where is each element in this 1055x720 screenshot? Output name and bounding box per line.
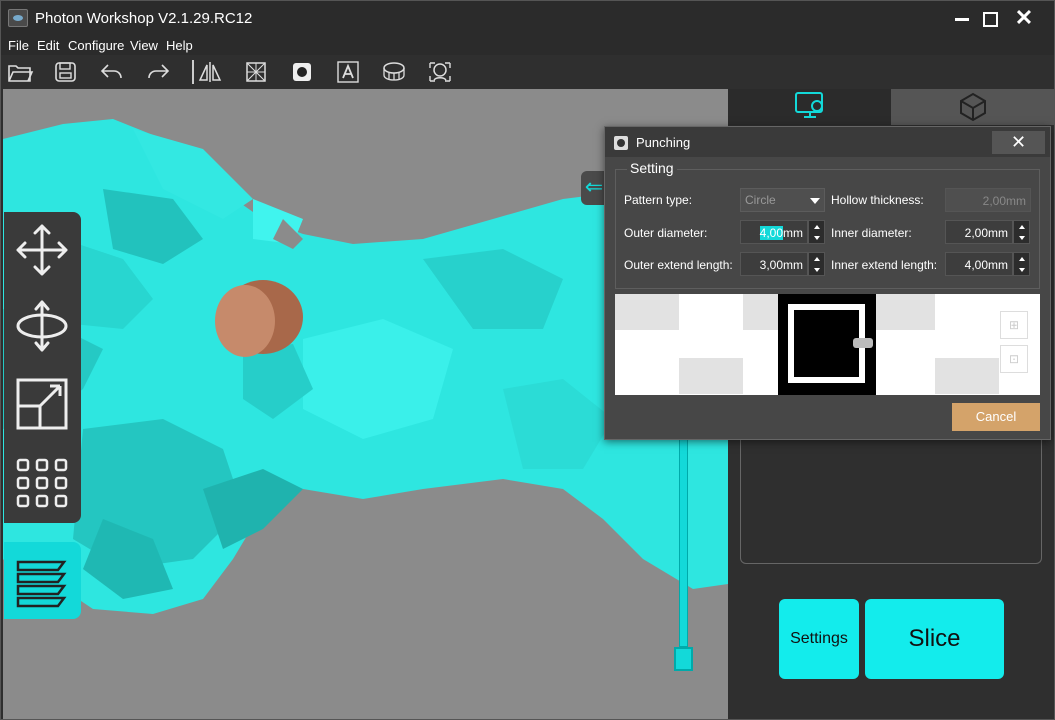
- maximize-button[interactable]: [974, 5, 1004, 31]
- inner-extend-label: Inner extend length:: [831, 258, 938, 272]
- stepper-up-icon[interactable]: [814, 257, 820, 261]
- toolbar-separator: [192, 60, 194, 84]
- open-folder-icon[interactable]: [6, 59, 34, 85]
- minimize-button[interactable]: [947, 5, 977, 31]
- inner-extend-stepper[interactable]: [1013, 252, 1030, 276]
- support-icon[interactable]: [380, 59, 408, 85]
- stepper-down-icon[interactable]: [814, 236, 820, 240]
- outer-diameter-field[interactable]: 4,00mm: [740, 220, 808, 244]
- hollow-thickness-field[interactable]: 2,00mm: [945, 188, 1031, 212]
- hollow-thickness-label: Hollow thickness:: [831, 193, 924, 207]
- punching-dialog: Punching ✕ Setting Pattern type: Circle …: [604, 126, 1051, 440]
- inner-extend-value: 4,00mm: [964, 258, 1008, 272]
- preview-punch-pin: [853, 338, 873, 348]
- inner-extend-field[interactable]: 4,00mm: [945, 252, 1013, 276]
- layer-slider-track[interactable]: [679, 439, 688, 647]
- hollow-icon[interactable]: [242, 59, 270, 85]
- stepper-down-icon[interactable]: [1019, 236, 1025, 240]
- layer-slider-handle[interactable]: [674, 647, 693, 671]
- cancel-button[interactable]: Cancel: [952, 403, 1040, 431]
- model-cube-icon: [960, 92, 986, 122]
- chevron-down-icon: [810, 198, 820, 204]
- frame-view-icon[interactable]: ⊡: [1000, 345, 1028, 373]
- window-title: Photon Workshop V2.1.29.RC12: [35, 10, 253, 27]
- preview-cell: [935, 358, 999, 394]
- outer-diameter-unit: mm: [783, 226, 803, 240]
- punching-icon: [614, 136, 628, 150]
- menu-help[interactable]: Help: [166, 38, 193, 53]
- outer-diameter-label: Outer diameter:: [624, 226, 708, 240]
- layers-icon[interactable]: [4, 542, 81, 619]
- title-bar: Photon Workshop V2.1.29.RC12 ✕: [1, 1, 1054, 35]
- outer-diameter-value: 4,00mm: [759, 226, 803, 240]
- app-logo-icon: [8, 9, 28, 27]
- grid-view-icon[interactable]: ⊞: [1000, 311, 1028, 339]
- punch-preview: ⊞ ⊡: [615, 294, 1040, 395]
- tab-model-list[interactable]: [891, 89, 1054, 125]
- settings-button[interactable]: Settings: [779, 599, 859, 679]
- menu-configure[interactable]: Configure: [68, 38, 124, 53]
- pattern-type-label: Pattern type:: [624, 193, 693, 207]
- stepper-down-icon[interactable]: [814, 268, 820, 272]
- menu-view[interactable]: View: [130, 38, 158, 53]
- close-window-button[interactable]: ✕: [1009, 5, 1039, 31]
- transform-tools-panel: [4, 212, 81, 523]
- preview-cell: [615, 294, 679, 330]
- dialog-title-bar: Punching ✕: [605, 127, 1050, 157]
- preview-cell: [871, 294, 935, 330]
- mirror-icon[interactable]: [196, 59, 224, 85]
- tab-print-settings[interactable]: [728, 89, 891, 125]
- pattern-type-value: Circle: [745, 193, 776, 207]
- stepper-up-icon[interactable]: [814, 225, 820, 229]
- hollow-thickness-value: 2,00mm: [982, 194, 1026, 208]
- group-title: Setting: [627, 160, 677, 176]
- stepper-down-icon[interactable]: [1019, 268, 1025, 272]
- toolbar: [1, 55, 1054, 89]
- pattern-type-select[interactable]: Circle: [740, 188, 825, 212]
- inner-diameter-label: Inner diameter:: [831, 226, 912, 240]
- dialog-close-button[interactable]: ✕: [992, 131, 1045, 154]
- text-icon[interactable]: [334, 59, 362, 85]
- arrange-icon[interactable]: [12, 452, 72, 512]
- move-icon[interactable]: [12, 220, 72, 280]
- undo-icon[interactable]: [98, 59, 126, 85]
- menu-bar: File Edit Configure View Help: [1, 35, 1054, 55]
- preview-cell: [679, 358, 743, 394]
- rotate-icon[interactable]: [12, 296, 72, 356]
- outer-extend-label: Outer extend length:: [624, 258, 733, 272]
- outer-extend-value: 3,00mm: [759, 258, 803, 272]
- dialog-title: Punching: [636, 135, 691, 150]
- menu-edit[interactable]: Edit: [37, 38, 59, 53]
- stepper-up-icon[interactable]: [1019, 225, 1025, 229]
- slice-button[interactable]: Slice: [865, 599, 1004, 679]
- redo-icon[interactable]: [144, 59, 172, 85]
- app-window: Photon Workshop V2.1.29.RC12 ✕ File Edit…: [0, 0, 1055, 720]
- repair-icon[interactable]: [426, 59, 454, 85]
- scale-icon[interactable]: [12, 374, 72, 434]
- outer-diameter-stepper[interactable]: [808, 220, 825, 244]
- model-list-box: [740, 439, 1042, 564]
- outer-extend-field[interactable]: 3,00mm: [740, 252, 808, 276]
- inner-diameter-stepper[interactable]: [1013, 220, 1030, 244]
- menu-file[interactable]: File: [8, 38, 29, 53]
- inner-diameter-field[interactable]: 2,00mm: [945, 220, 1013, 244]
- inner-diameter-value: 2,00mm: [964, 226, 1008, 240]
- punching-icon[interactable]: [288, 59, 316, 85]
- stepper-up-icon[interactable]: [1019, 257, 1025, 261]
- monitor-gear-icon: [795, 92, 823, 118]
- outer-diameter-selected-text: 4,00: [759, 226, 783, 240]
- save-icon[interactable]: [52, 59, 80, 85]
- outer-extend-stepper[interactable]: [808, 252, 825, 276]
